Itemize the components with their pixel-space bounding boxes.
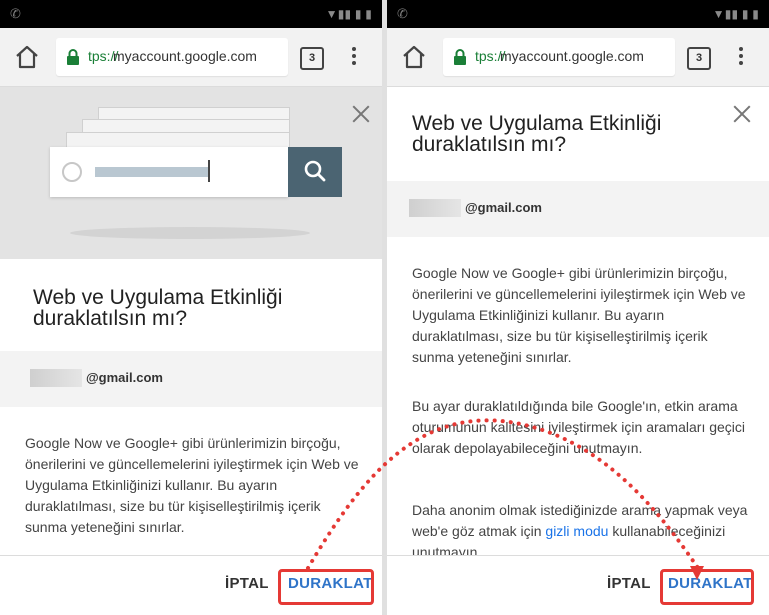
- overflow-menu-icon[interactable]: [736, 45, 746, 69]
- dialog-incognito-clip: Daha anonim olmak istediğinizde arama ya…: [387, 498, 769, 555]
- right-phone-screen: ✆ ▼▮▮ ▮ ▮ tps:// myaccount.google.com 3 …: [387, 0, 769, 615]
- url-bar[interactable]: tps:// myaccount.google.com: [56, 38, 288, 76]
- overflow-menu-icon[interactable]: [349, 45, 359, 69]
- illustration-shadow: [70, 227, 310, 239]
- status-bar: ✆ ▼▮▮ ▮ ▮: [0, 0, 382, 28]
- illustration-search-box: [50, 147, 288, 197]
- status-indicators: ▼▮▮ ▮ ▮: [325, 7, 372, 21]
- url-host: myaccount.google.com: [113, 48, 257, 64]
- close-icon[interactable]: [351, 104, 371, 124]
- account-row: @gmail.com: [387, 181, 769, 237]
- dialog-description: Google Now ve Google+ gibi ürünlerimizin…: [412, 265, 746, 365]
- dialog-title-line2: duraklatılsın mı?: [412, 133, 567, 156]
- highlight-box: [278, 569, 374, 605]
- status-indicators: ▼▮▮ ▮ ▮: [712, 7, 759, 21]
- illustration-query-bar: [95, 167, 208, 177]
- phone-icon: ✆: [10, 6, 21, 21]
- tab-switcher-button[interactable]: 3: [300, 47, 324, 70]
- text-caret: [208, 160, 210, 182]
- account-email: @gmail.com: [465, 200, 542, 215]
- redacted-username: [30, 369, 82, 387]
- dialog-title: Web ve Uygulama Etkinliği duraklatılsın …: [412, 113, 661, 155]
- account-email: @gmail.com: [86, 370, 163, 385]
- url-host: myaccount.google.com: [500, 48, 644, 64]
- account-row: @gmail.com: [0, 351, 382, 407]
- dialog-note: Bu ayar duraklatıldığında bile Google'ın…: [412, 398, 746, 456]
- lock-icon: [67, 49, 79, 65]
- cancel-button[interactable]: İPTAL: [607, 575, 651, 592]
- lock-icon: [454, 49, 466, 65]
- clock-icon: [62, 162, 82, 182]
- phone-icon: ✆: [397, 6, 408, 21]
- url-bar[interactable]: tps:// myaccount.google.com: [443, 38, 675, 76]
- home-icon[interactable]: [14, 44, 40, 70]
- search-icon: [288, 147, 342, 197]
- dialog-actions: İPTAL DURAKLAT: [387, 555, 769, 615]
- cancel-button[interactable]: İPTAL: [225, 575, 269, 592]
- status-bar: ✆ ▼▮▮ ▮ ▮: [387, 0, 769, 28]
- dialog-description: Google Now ve Google+ gibi ürünlerimizin…: [25, 435, 359, 535]
- dialog-title-line1: Web ve Uygulama Etkinliği: [33, 286, 283, 309]
- incognito-mode-link[interactable]: gizli modu: [545, 523, 608, 539]
- hero-illustration: [0, 87, 382, 259]
- dialog-incognito-note: Daha anonim olmak istediğinizde arama ya…: [412, 500, 750, 555]
- home-icon[interactable]: [401, 44, 427, 70]
- dialog-title-line1: Web ve Uygulama Etkinliği: [412, 112, 662, 135]
- close-icon[interactable]: [732, 104, 752, 124]
- browser-toolbar: tps:// myaccount.google.com 3: [387, 28, 769, 87]
- tab-switcher-button[interactable]: 3: [687, 47, 711, 70]
- highlight-box: [660, 569, 754, 605]
- dialog-title-line2: duraklatılsın mı?: [33, 307, 188, 330]
- dialog-actions: İPTAL DURAKLAT: [0, 555, 382, 615]
- dialog-title: Web ve Uygulama Etkinliği duraklatılsın …: [33, 287, 282, 329]
- browser-toolbar: tps:// myaccount.google.com 3: [0, 28, 382, 87]
- left-phone-screen: ✆ ▼▮▮ ▮ ▮ tps:// myaccount.google.com 3 …: [0, 0, 382, 615]
- redacted-username: [409, 199, 461, 217]
